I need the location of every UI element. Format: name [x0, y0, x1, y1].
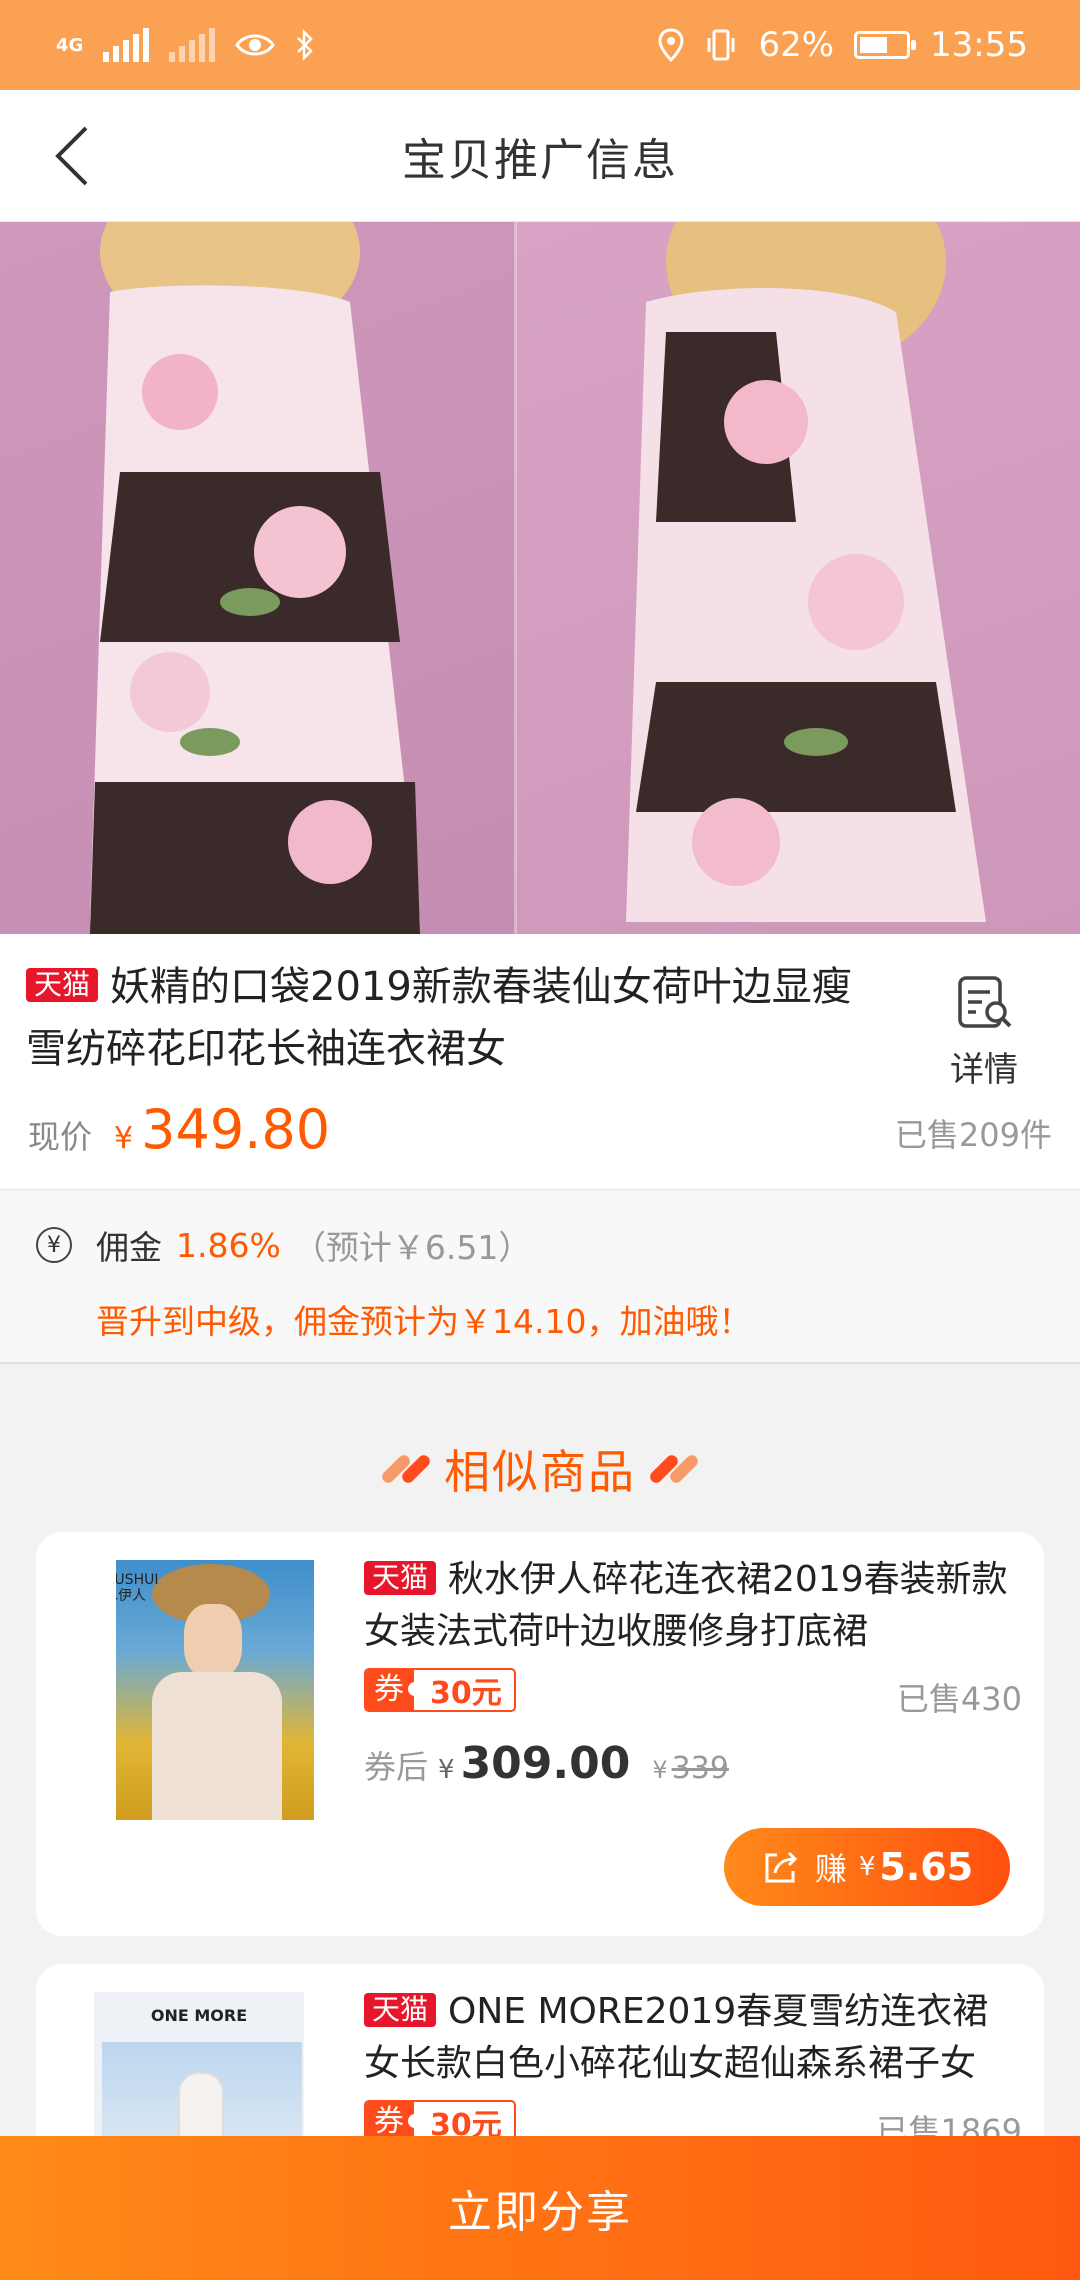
share-icon — [765, 1851, 797, 1883]
product-image-front — [0, 222, 516, 934]
sold-count: 已售209件 — [894, 1116, 1052, 1154]
yen-coin-icon: ¥ — [36, 1227, 72, 1263]
detail-label: 详情 — [950, 1050, 1018, 1090]
network-label: 4G — [56, 34, 84, 56]
similar-item-card[interactable]: CHIUSHUI 秋水伊人 天猫秋水伊人碎花连衣裙2019春装新款女装法式荷叶边… — [36, 1532, 1044, 1936]
price-row: 现价 ¥ 349.80 — [28, 1098, 330, 1161]
similar-item-info: 天猫 ONE MORE2019春夏雪纺连衣裙女长款白色小碎花仙女超仙森系裙子女 — [364, 1986, 1014, 2090]
product-image-side — [516, 222, 1080, 934]
similar-section-title: 相似商品 — [444, 1445, 636, 1499]
signal-icon-secondary — [169, 28, 216, 62]
location-icon — [658, 28, 684, 62]
thumbnail-dress — [152, 1672, 282, 1820]
battery-percent: 62% — [758, 25, 835, 65]
similar-item-thumbnail: CHIUSHUI 秋水伊人 — [116, 1560, 314, 1820]
coupon-badge: 券 30元 — [364, 1668, 516, 1712]
signal-icon — [103, 28, 150, 62]
navigation-header: 宝贝推广信息 — [0, 90, 1080, 222]
similar-item-title-text: 秋水伊人碎花连衣裙2019春装新款女装法式荷叶边收腰修身打底裙 — [364, 1559, 1008, 1652]
similar-item-title: 天猫 秋水伊人碎花连衣裙2019春装新款女装法式荷叶边收腰修身打底裙 — [364, 1554, 1014, 1658]
share-now-button[interactable]: 立即分享 — [0, 2136, 1080, 2280]
clock: 13:55 — [930, 25, 1028, 65]
similar-item-title: 天猫 ONE MORE2019春夏雪纺连衣裙女长款白色小碎花仙女超仙森系裙子女 — [364, 1986, 1014, 2090]
coupon-value: 30元 — [430, 1676, 502, 1711]
currency-symbol: ¥ — [114, 1121, 134, 1156]
bluetooth-icon — [297, 29, 314, 61]
image-divider — [514, 222, 517, 934]
earn-share-button[interactable]: 赚 ¥ 5.65 — [724, 1828, 1010, 1906]
after-coupon-price-row: 券后 ¥ 309.00 ¥ 339 — [364, 1738, 1014, 1789]
document-search-icon — [958, 976, 1012, 1028]
product-image-gallery[interactable] — [0, 222, 1080, 934]
vibrate-icon — [707, 29, 735, 61]
original-price: 339 — [671, 1751, 729, 1786]
similar-item-info: 天猫 秋水伊人碎花连衣裙2019春装新款女装法式荷叶边收腰修身打底裙 — [364, 1554, 1014, 1658]
currency-symbol: ¥ — [438, 1755, 455, 1785]
commission-panel: ¥ 佣金 1.86% （预计￥6.51） 晋升到中级，佣金预计为￥14.10，加… — [0, 1190, 1080, 1364]
commission-label: 佣金 — [96, 1228, 162, 1267]
tmall-badge: 天猫 — [26, 968, 99, 1002]
back-button[interactable] — [36, 118, 108, 194]
product-title-text: 妖精的口袋2019新款春装仙女荷叶边显瘦雪纺碎花印花长袖连衣裙女 — [26, 964, 852, 1072]
tmall-badge: 天猫 — [364, 1993, 437, 2027]
earn-label: 赚 — [814, 1850, 847, 1888]
detail-button[interactable]: 详情 — [924, 974, 1044, 1091]
commission-rate: 1.86% — [176, 1225, 281, 1265]
currency-symbol: ¥ — [652, 1756, 668, 1784]
after-coupon-label: 券后 — [364, 1748, 429, 1786]
coupon-label: 券 — [366, 1670, 422, 1710]
price-label: 现价 — [28, 1118, 93, 1156]
eye-icon — [235, 34, 276, 56]
commission-upgrade-tip: 晋升到中级，佣金预计为￥14.10，加油哦！ — [96, 1302, 752, 1341]
status-bar: 4G 62% 13:55 — [0, 0, 1080, 90]
commission-estimate: （预计￥6.51） — [292, 1228, 532, 1267]
similar-item-sold: 已售430 — [896, 1680, 1022, 1718]
current-price: 349.80 — [141, 1098, 331, 1161]
battery-icon — [854, 31, 917, 59]
thumbnail-brand: ONE MORE — [150, 2006, 248, 2025]
thumbnail-face — [184, 1604, 242, 1678]
earn-value: 5.65 — [879, 1845, 974, 1889]
after-coupon-price: 309.00 — [460, 1738, 631, 1789]
similar-item-title-text: ONE MORE2019春夏雪纺连衣裙女长款白色小碎花仙女超仙森系裙子女 — [364, 1991, 989, 2084]
decor-strokes-right-icon — [647, 1452, 701, 1486]
decor-strokes-left-icon — [379, 1452, 433, 1486]
page-title: 宝贝推广信息 — [402, 134, 678, 186]
chevron-left-icon — [55, 126, 88, 186]
tmall-badge: 天猫 — [364, 1561, 437, 1595]
currency-symbol: ¥ — [858, 1852, 876, 1882]
similar-section-header: 相似商品 — [0, 1436, 1080, 1502]
thumbnail-brand: CHIUSHUI 秋水伊人 — [116, 1572, 159, 1604]
product-info: 天猫 妖精的口袋2019新款春装仙女荷叶边显瘦雪纺碎花印花长袖连衣裙女 详情 现价… — [0, 934, 1080, 1188]
product-title: 天猫 妖精的口袋2019新款春装仙女荷叶边显瘦雪纺碎花印花长袖连衣裙女 — [26, 956, 876, 1080]
